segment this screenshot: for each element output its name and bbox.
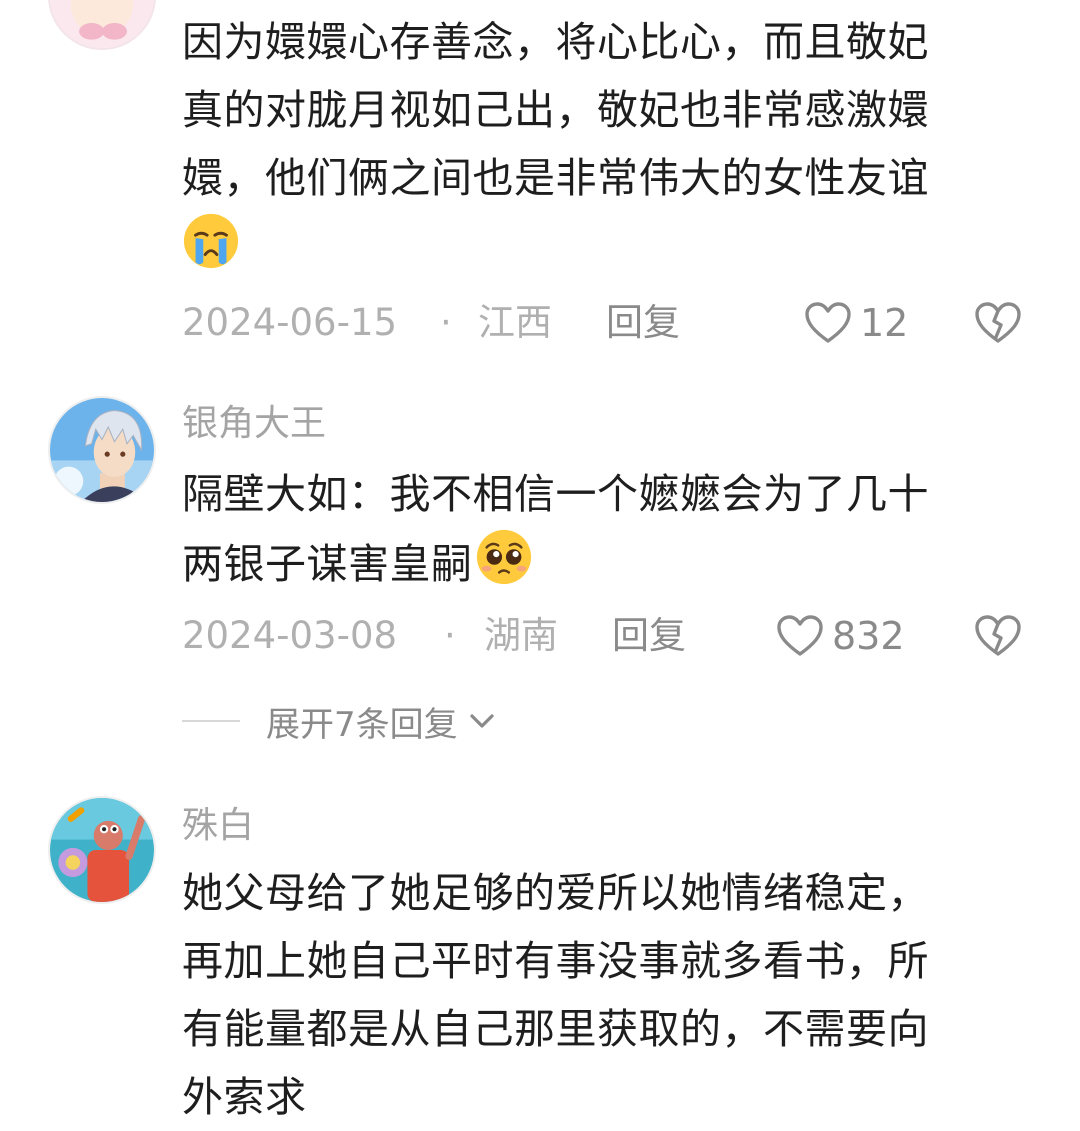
pleading-face-emoji — [475, 528, 533, 606]
expand-divider — [182, 720, 240, 722]
reply-button[interactable]: 回复 — [612, 611, 686, 661]
comment-text-line: 两银子谋害皇嗣 — [182, 528, 1002, 596]
comment-date: 2024-03-08 — [182, 614, 398, 657]
avatar[interactable] — [48, 396, 156, 504]
comment-text-line: 嬛，他们俩之间也是非常伟大的女性友谊 — [182, 154, 929, 202]
avatar[interactable] — [48, 796, 156, 904]
chevron-down-icon — [468, 711, 496, 731]
comment-username[interactable]: 银角大王 — [182, 402, 326, 446]
comment-location: 湖南 — [484, 614, 558, 657]
comment-text: 她父母给了她足够的爱所以她情绪稳定， 再加上她自己平时有事没事就多看书，所 有能… — [182, 859, 1002, 1131]
meta-separator: · — [440, 301, 452, 344]
like-button[interactable]: 832 — [776, 611, 905, 661]
broken-heart-icon — [975, 302, 1021, 343]
comment-meta: 2024-03-08 · 湖南 回复 832 — [182, 611, 1042, 661]
comment-date: 2024-06-15 — [182, 301, 398, 344]
dislike-button[interactable] — [974, 614, 1022, 658]
anime-girl-avatar-image — [50, 0, 154, 48]
heart-outline-icon — [804, 301, 852, 345]
comment-text-line: 隔壁大如：我不相信一个嬷嬷会为了几十 — [182, 470, 929, 518]
expand-replies-label: 展开7条回复 — [266, 704, 458, 745]
comment-text-line: 因为嬛嬛心存善念，将心比心，而且敬妃 — [182, 18, 929, 66]
expand-replies-button[interactable]: 展开7条回复 — [182, 698, 496, 745]
comment-text: 因为嬛嬛心存善念，将心比心，而且敬妃 真的对胧月视如己出，敬妃也非常感激嬛 嬛，… — [182, 8, 1002, 280]
comment-text-fragment: 两银子谋害皇嗣 — [182, 540, 473, 588]
reply-button[interactable]: 回复 — [606, 298, 680, 348]
comment-text: 隔壁大如：我不相信一个嬷嬷会为了几十 两银子谋害皇嗣 — [182, 460, 1002, 596]
comment-text-line: 真的对胧月视如己出，敬妃也非常感激嬛 — [182, 86, 929, 134]
comment-text-line: 她父母给了她足够的爱所以她情绪稳定， — [182, 869, 929, 917]
broken-heart-icon — [975, 615, 1021, 656]
avatar[interactable] — [48, 0, 156, 50]
like-count: 832 — [832, 614, 905, 658]
meta-separator: · — [444, 614, 456, 657]
silver-hair-anime-avatar-image — [50, 398, 154, 502]
comment-meta: 2024-06-15 · 江西 回复 12 — [182, 298, 1042, 348]
comment-text-line: 再加上她自己平时有事没事就多看书，所 — [182, 937, 929, 985]
cartoon-character-avatar-image — [50, 798, 154, 902]
dislike-button[interactable] — [974, 301, 1022, 345]
comment-location: 江西 — [478, 301, 552, 344]
crying-face-emoji — [182, 212, 240, 290]
comment-username[interactable]: 殊白 — [182, 804, 254, 848]
like-count: 12 — [860, 301, 909, 345]
comment-emoji-line — [182, 212, 1002, 280]
heart-outline-icon — [776, 614, 824, 658]
comment-text-line: 外索求 — [182, 1073, 307, 1121]
comment-text-line: 有能量都是从自己那里获取的，不需要向 — [182, 1005, 929, 1053]
like-button[interactable]: 12 — [804, 298, 908, 348]
